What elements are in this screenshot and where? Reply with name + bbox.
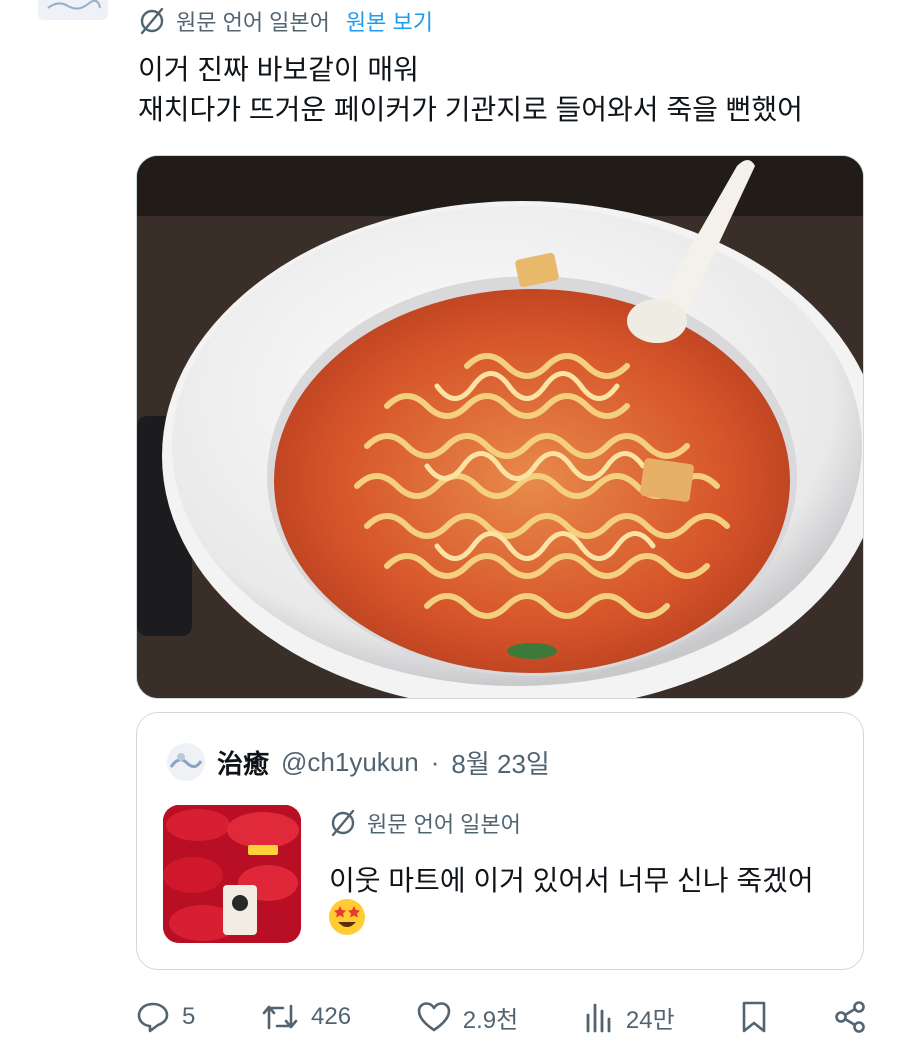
quoted-date[interactable]: 8월 23일 — [451, 744, 549, 781]
quoted-tweet-header: 治癒 @ch1yukun · 8월 23일 — [167, 743, 550, 781]
quoted-author-avatar[interactable] — [167, 743, 205, 781]
quoted-tweet-photo[interactable] — [163, 805, 301, 943]
quoted-tweet-text: 이웃 마트에 이거 있어서 너무 신나 죽겠어 — [329, 865, 814, 896]
retweet-count: 426 — [311, 1003, 352, 1030]
like-icon — [417, 1001, 451, 1033]
reply-count: 5 — [182, 1003, 196, 1030]
views-count: 24만 — [625, 1006, 675, 1034]
translate-icon — [138, 7, 166, 35]
tweet-actions-bar: 5 426 2.9천 24만 — [136, 995, 866, 1039]
retweet-button[interactable]: 426 — [261, 1000, 351, 1034]
quoted-display-name[interactable]: 治癒 — [217, 744, 269, 781]
retweet-icon — [261, 1000, 299, 1034]
reply-button[interactable]: 5 — [136, 1000, 195, 1034]
tweet-photo-ramen[interactable] — [136, 155, 864, 699]
tweet-text-line-2: 재치다가 뜨거운 페이커가 기관지로 들어와서 죽을 뻔했어 — [138, 94, 803, 125]
quoted-translation-label: 원문 언어 일본어 — [367, 812, 521, 837]
share-button[interactable] — [834, 1000, 866, 1034]
quoted-tweet[interactable]: 治癒 @ch1yukun · 8월 23일 원문 언어 일본어 이웃 마트에 이… — [136, 712, 864, 970]
translate-icon — [329, 809, 357, 837]
translation-bar: 원문 언어 일본어 원본 보기 — [138, 4, 433, 38]
views-icon — [584, 1001, 614, 1033]
like-count: 2.9천 — [462, 1006, 519, 1034]
show-original-link[interactable]: 원본 보기 — [346, 5, 433, 37]
quoted-handle[interactable]: @ch1yukun — [281, 747, 419, 778]
views-button[interactable]: 24만 — [584, 1000, 675, 1035]
share-icon — [834, 1000, 866, 1034]
tweet-text: 이거 진짜 바보같이 매워 재치다가 뜨거운 페이커가 기관지로 들어와서 죽을… — [138, 50, 868, 130]
like-button[interactable]: 2.9천 — [417, 1000, 518, 1035]
tweet-text-line-1: 이거 진짜 바보같이 매워 — [138, 54, 419, 85]
bookmark-button[interactable] — [740, 1000, 768, 1034]
translation-source-label: 원문 언어 일본어 — [176, 10, 330, 35]
bookmark-icon — [740, 1000, 768, 1034]
quoted-translation-bar: 원문 언어 일본어 — [329, 807, 521, 839]
reply-icon — [136, 1000, 170, 1034]
author-avatar[interactable] — [38, 0, 108, 20]
star-struck-emoji — [327, 897, 367, 937]
quoted-separator: · — [430, 746, 440, 777]
